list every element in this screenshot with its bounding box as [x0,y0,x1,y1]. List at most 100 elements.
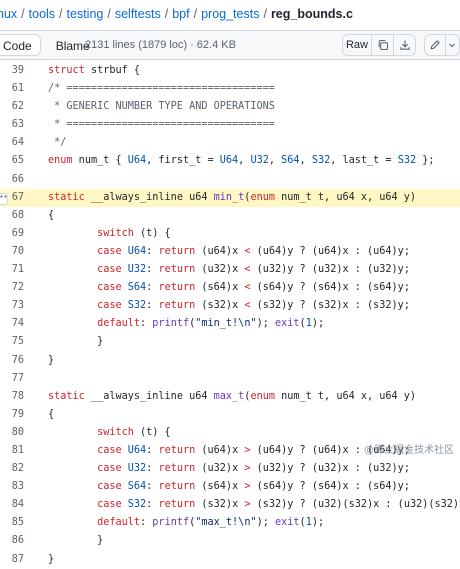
line-number[interactable]: 82 [0,460,24,478]
line-number[interactable]: 73 [0,297,24,315]
code-line: 66 [0,171,460,189]
line-number[interactable]: 65 [0,152,24,170]
file-lines-info: 2131 lines (1879 loc) [85,39,188,51]
file-info: 2131 lines (1879 loc) · 62.4 KB [85,39,236,51]
code-token: } [48,535,104,547]
breadcrumb-link-tools[interactable]: tools [29,7,55,21]
code-line: 61 /* ================================== [0,80,460,98]
edit-file-button[interactable] [424,34,446,56]
line-number[interactable]: 83 [0,478,24,496]
code-token: : [146,481,159,493]
code-token: /* ================================== [48,83,275,95]
breadcrumb-link-testing[interactable]: testing [67,7,104,21]
line-number[interactable]: 63 [0,116,24,134]
line-number[interactable]: 76 [0,352,24,370]
code-token: (t) { [133,426,171,438]
line-number[interactable]: 78 [0,388,24,406]
line-number[interactable]: 77 [0,370,24,388]
line-number[interactable]: 79 [0,406,24,424]
code-token: U32 [127,463,147,475]
code-token: U32 [250,155,269,167]
code-token: (s64)x [195,282,245,294]
file-size-info: 62.4 KB [196,39,236,51]
download-button[interactable] [394,34,416,56]
code-token: }; [416,155,435,167]
breadcrumb-separator: / [107,7,111,21]
code-token: : [146,245,159,257]
code-line: 73 case S32: return (s32)x < (s32)y ? (s… [0,297,460,315]
code-token: (u64)x [195,444,245,456]
code-line: 85 default: printf("max_t!\n"); exit(1); [0,514,460,532]
code-text: } [48,333,103,351]
code-token: (u32)x [195,463,245,475]
line-number[interactable]: 74 [0,315,24,333]
code-line: 72 case S64: return (s64)x < (s64)y ? (s… [0,279,460,297]
line-number[interactable]: 39 [0,62,24,80]
code-token: U64 [127,444,147,456]
code-token: : [146,499,159,511]
breadcrumb-link-bpf[interactable]: bpf [172,7,189,21]
download-icon [399,40,410,50]
code-token: min_t [213,191,245,203]
line-number[interactable]: 85 [0,514,24,532]
line-number[interactable]: 87 [0,551,24,569]
code-token: static [48,390,85,402]
line-number[interactable]: 68 [0,207,24,225]
code-token: ); [256,318,275,330]
raw-button[interactable]: Raw [342,34,372,56]
line-number[interactable]: 61 [0,80,24,98]
code-token: */ [48,137,67,149]
code-token: U32 [127,264,147,276]
code-token: S32 [311,155,331,167]
tab-code[interactable]: Code [0,34,41,56]
code-token: U64 [127,245,147,257]
code-token: U64 [127,155,147,167]
line-number[interactable]: 80 [0,424,24,442]
line-number[interactable]: 62 [0,98,24,116]
chevron-down-icon [449,43,455,48]
code-line: 79 { [0,406,460,424]
code-text: } [48,551,54,569]
copy-raw-button[interactable] [372,34,394,56]
line-number[interactable]: 66 [0,171,24,189]
code-token: : [146,463,159,475]
code-token: strbuf { [84,65,141,76]
breadcrumb-link-nux[interactable]: nux [0,7,17,21]
code-token: (u32)y ? (u32)x : (u32)y; [250,463,410,475]
code-token: : [140,318,153,330]
line-number[interactable]: 64 [0,134,24,152]
line-number[interactable]: 84 [0,496,24,514]
line-number[interactable]: 72 [0,279,24,297]
code-text: switch (t) { [48,424,171,442]
code-token: (s64)x [195,481,245,493]
breadcrumb-link-prog-tests[interactable]: prog_tests [201,7,259,21]
code-line: 62 * GENERIC NUMBER TYPE AND OPERATIONS [0,98,460,116]
code-line: 83 case S64: return (s64)x > (s64)y ? (s… [0,478,460,496]
code-token: case [97,300,122,312]
line-number[interactable]: 71 [0,261,24,279]
code-token: : [140,517,153,529]
line-number[interactable]: 75 [0,333,24,351]
code-text: case U64: return (u64)x < (u64)y ? (u64)… [48,243,410,261]
line-number[interactable]: 81 [0,442,24,460]
code-text: enum num_t { U64, first_t = U64, U32, S6… [48,152,435,170]
code-token: default [97,318,141,330]
line-number[interactable]: 70 [0,243,24,261]
edit-options-button[interactable] [446,34,460,56]
code-text: case U32: return (u32)x > (u32)y ? (u32)… [48,460,410,478]
code-token: : [146,300,159,312]
line-number[interactable]: 86 [0,532,24,550]
code-token: * ================================== [48,119,275,131]
code-view: 39 struct strbuf {61 /* ==================… [0,62,460,569]
line-number[interactable]: 69 [0,225,24,243]
breadcrumb-link-selftests[interactable]: selftests [115,7,161,21]
line-menu-icon[interactable]: ••• [0,192,8,205]
code-token: printf [152,318,190,330]
code-token: { [48,408,55,420]
